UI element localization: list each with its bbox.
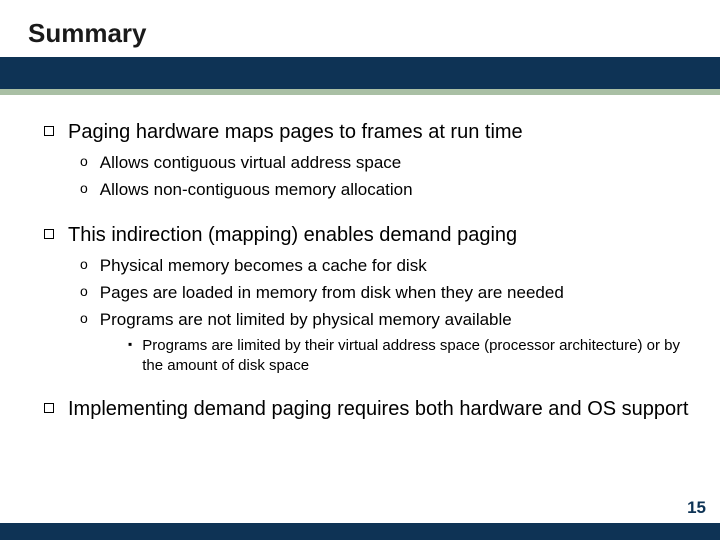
circle-bullet-icon: o — [80, 310, 88, 326]
bullet-level2: o Allows contiguous virtual address spac… — [80, 152, 690, 175]
bullet-text: Programs are limited by their virtual ad… — [142, 336, 690, 377]
bullet-level3: ▪ Programs are limited by their virtual … — [128, 336, 690, 377]
slide-title: Summary — [28, 18, 720, 49]
square-small-bullet-icon: ▪ — [128, 337, 132, 351]
circle-bullet-icon: o — [80, 153, 88, 169]
bullet-level1: Implementing demand paging requires both… — [44, 396, 690, 423]
bullet-level1: This indirection (mapping) enables deman… — [44, 222, 690, 249]
slide: Summary Paging hardware maps pages to fr… — [0, 0, 720, 540]
bullet-text: Allows non-contiguous memory allocation — [100, 179, 413, 202]
footer-band — [0, 523, 720, 540]
header-band-dark — [0, 57, 720, 89]
circle-bullet-icon: o — [80, 256, 88, 272]
bullet-level1: Paging hardware maps pages to frames at … — [44, 119, 690, 146]
bullet-text: Physical memory becomes a cache for disk — [100, 255, 427, 278]
bullet-text: Pages are loaded in memory from disk whe… — [100, 282, 564, 305]
page-number: 15 — [687, 498, 706, 518]
bullet-level2: o Programs are not limited by physical m… — [80, 309, 690, 332]
title-region: Summary — [0, 0, 720, 57]
bullet-level2: o Allows non-contiguous memory allocatio… — [80, 179, 690, 202]
square-bullet-icon — [44, 126, 54, 136]
circle-bullet-icon: o — [80, 180, 88, 196]
content-area: Paging hardware maps pages to frames at … — [0, 95, 720, 423]
bullet-text: Paging hardware maps pages to frames at … — [68, 119, 523, 146]
bullet-text: This indirection (mapping) enables deman… — [68, 222, 517, 249]
circle-bullet-icon: o — [80, 283, 88, 299]
bullet-text: Programs are not limited by physical mem… — [100, 309, 512, 332]
bullet-text: Allows contiguous virtual address space — [100, 152, 401, 175]
square-bullet-icon — [44, 403, 54, 413]
square-bullet-icon — [44, 229, 54, 239]
bullet-level2: o Pages are loaded in memory from disk w… — [80, 282, 690, 305]
bullet-text: Implementing demand paging requires both… — [68, 396, 688, 423]
bullet-level2: o Physical memory becomes a cache for di… — [80, 255, 690, 278]
